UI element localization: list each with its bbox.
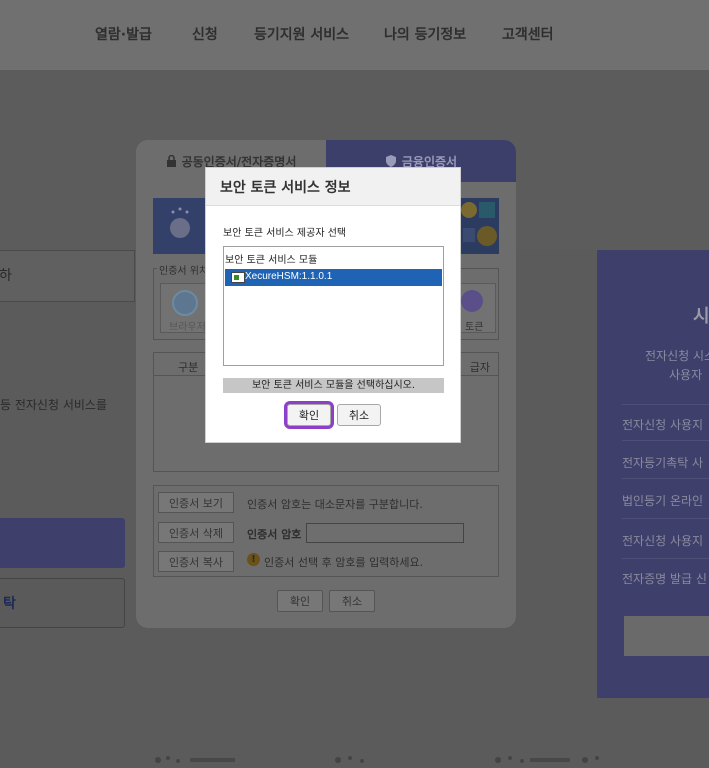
view-certificate-button[interactable]: 인증서 보기: [158, 492, 234, 513]
divider: [622, 404, 709, 405]
table-header-type: 구분: [178, 361, 199, 374]
password-label: 인증서 암호: [247, 528, 302, 541]
left-tab-box[interactable]: 하: [0, 250, 135, 302]
right-panel-item[interactable]: 전자증명 발급 신: [622, 570, 707, 587]
right-info-panel: 시 전자신청 시스 사용자 전자신청 사용지 전자등기촉탁 사 법인등기 온라인…: [597, 250, 709, 698]
nav-item-apply[interactable]: 신청: [192, 24, 218, 44]
certificate-location-legend: 인증서 위치: [157, 262, 211, 277]
right-panel-item[interactable]: 전자신청 사용지: [622, 416, 703, 433]
left-tab-label: 하: [0, 268, 12, 284]
security-token-modal: 보안 토큰 서비스 정보 보안 토큰 서비스 제공자 선택 보안 토큰 서비스 …: [206, 168, 460, 442]
certificate-actions-group: 인증서 보기 인증서 암호는 대소문자를 구분합니다. 인증서 삭제 인증서 암…: [153, 485, 499, 577]
dialog-cancel-button[interactable]: 취소: [329, 590, 375, 612]
footer-logos: [0, 740, 709, 768]
lock-icon: [166, 155, 176, 167]
right-panel-line2: 사용자: [669, 368, 703, 382]
left-description: 등 전자신청 서비스를: [0, 398, 107, 412]
globe-icon: [172, 290, 198, 316]
password-warning-text: 인증서 선택 후 암호를 입력하세요.: [264, 556, 424, 569]
cancel-button[interactable]: 취소: [337, 404, 381, 426]
module-icon: [231, 272, 245, 283]
token-icon: [461, 290, 483, 312]
delete-certificate-button[interactable]: 인증서 삭제: [158, 522, 234, 543]
token-module-list[interactable]: 보안 토큰 서비스 모듈 XecureHSM:1.1.0.1: [223, 246, 444, 366]
court-logo: [153, 198, 207, 254]
right-panel-button[interactable]: [624, 616, 709, 656]
shield-icon: [385, 155, 396, 167]
status-message: 보안 토큰 서비스 모듈을 선택하십시오.: [223, 378, 444, 393]
tab-finance-certificate-label: 금융인증서: [401, 154, 458, 169]
copy-certificate-button[interactable]: 인증서 복사: [158, 551, 234, 572]
warning-icon: !: [247, 553, 260, 566]
case-sensitivity-note: 인증서 암호는 대소문자를 구분합니다.: [247, 498, 423, 511]
divider: [622, 558, 709, 559]
list-item-label: XecureHSM:1.1.0.1: [245, 271, 333, 282]
location-browser-label: 브라우저: [169, 322, 206, 333]
divider: [622, 440, 709, 441]
divider: [622, 518, 709, 519]
nav-item-view-issue[interactable]: 열람·발급: [95, 24, 152, 44]
footer-logo-icon: [495, 756, 599, 763]
provider-select-label: 보안 토큰 서비스 제공자 선택: [223, 228, 347, 239]
confirm-button[interactable]: 확인: [287, 404, 331, 426]
divider: [622, 478, 709, 479]
right-panel-item[interactable]: 전자등기촉탁 사: [622, 454, 703, 471]
left-secondary-button-label: 탁: [3, 596, 16, 612]
modal-header: 보안 토큰 서비스 정보: [206, 168, 460, 206]
list-header: 보안 토큰 서비스 모듈: [225, 255, 318, 266]
right-panel-title: 시: [693, 306, 709, 327]
nav-item-support-service[interactable]: 등기지원 서비스: [254, 24, 349, 44]
right-panel-line1: 전자신청 시스: [645, 349, 709, 363]
tab-joint-certificate-label: 공동인증서/전자증명서: [181, 154, 297, 169]
list-item[interactable]: XecureHSM:1.1.0.1: [225, 269, 442, 286]
left-secondary-button[interactable]: 탁: [0, 578, 125, 628]
modal-title: 보안 토큰 서비스 정보: [220, 180, 351, 196]
certificate-password-input[interactable]: [306, 523, 464, 543]
left-primary-button[interactable]: [0, 518, 125, 568]
nav-item-my-registry-info[interactable]: 나의 등기정보: [384, 24, 466, 44]
court-emblem-icon: [170, 207, 190, 238]
right-panel-item[interactable]: 전자신청 사용지: [622, 532, 703, 549]
location-token-label: 토큰: [465, 322, 484, 333]
footer-logo-icon: [155, 756, 235, 763]
table-header-issuer: 급자: [469, 361, 490, 374]
banner-decoration-icon: [461, 202, 497, 246]
nav-item-customer-center[interactable]: 고객센터: [502, 24, 554, 44]
top-navigation: 열람·발급 신청 등기지원 서비스 나의 등기정보 고객센터: [0, 0, 709, 70]
dialog-ok-button[interactable]: 확인: [277, 590, 323, 612]
location-browser-button[interactable]: 브라우저: [160, 283, 210, 333]
right-panel-item[interactable]: 법인등기 온라인: [622, 492, 703, 509]
footer-logo-icon: [335, 756, 364, 763]
